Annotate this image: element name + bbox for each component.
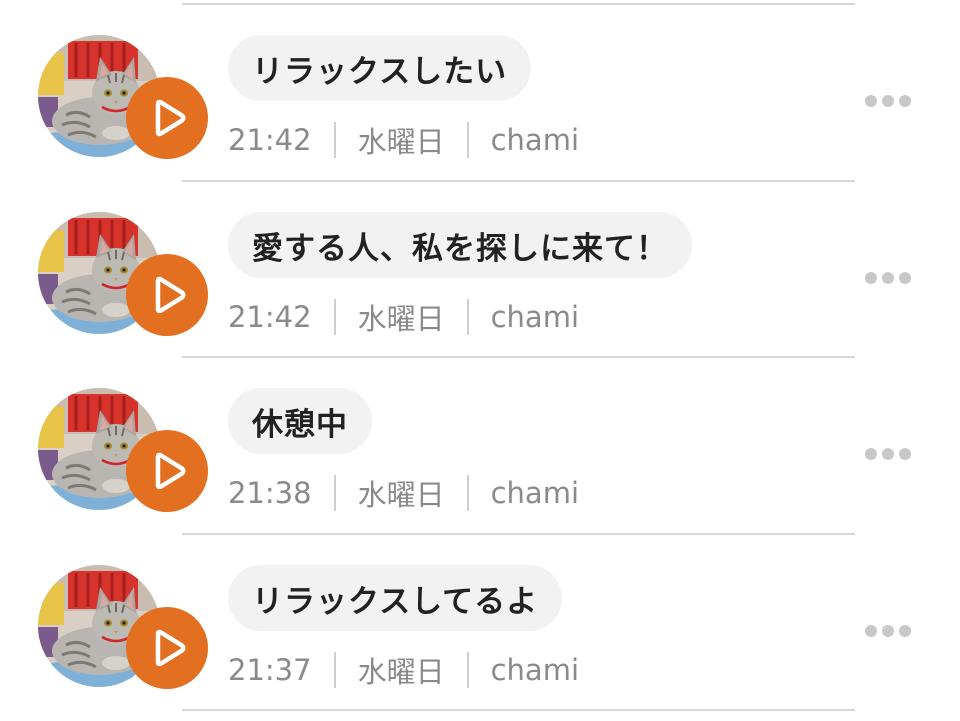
more-options-button[interactable] [858, 89, 918, 113]
message-user[interactable]: chami [491, 300, 579, 334]
message-meta: 21:42 水曜日 chami [228, 295, 579, 339]
message-user[interactable]: chami [491, 476, 579, 510]
more-options-button[interactable] [858, 442, 918, 466]
message-meta: 21:38 水曜日 chami [228, 471, 579, 515]
voice-message-list: リラックスしたい 21:42 水曜日 chami 愛する人、私を探しに来て！ 2… [0, 0, 960, 721]
message-bubble[interactable]: リラックスしたい [228, 35, 532, 101]
separator [333, 299, 336, 335]
message-user[interactable]: chami [491, 653, 579, 687]
more-dot [882, 625, 894, 637]
play-button[interactable] [126, 77, 208, 159]
separator [466, 475, 469, 511]
message-time: 21:42 [228, 300, 312, 334]
message-day: 水曜日 [357, 125, 445, 159]
separator [333, 475, 336, 511]
message-day: 水曜日 [357, 655, 445, 689]
list-item[interactable]: 休憩中 21:38 水曜日 chami [0, 358, 960, 534]
more-dots-icon [865, 272, 877, 284]
more-options-button[interactable] [858, 619, 918, 643]
play-icon [155, 276, 186, 314]
more-dot [882, 272, 894, 284]
play-icon [155, 629, 186, 667]
more-dots-icon [865, 95, 877, 107]
more-dots-icon [865, 625, 877, 637]
play-button[interactable] [126, 430, 208, 512]
message-meta: 21:37 水曜日 chami [228, 648, 579, 692]
message-time: 21:42 [228, 123, 312, 157]
message-day: 水曜日 [357, 478, 445, 512]
more-dot [882, 95, 894, 107]
more-dot [899, 448, 911, 460]
message-user[interactable]: chami [491, 123, 579, 157]
separator [333, 122, 336, 158]
message-bubble[interactable]: 愛する人、私を探しに来て！ [228, 212, 692, 278]
more-dots-icon [865, 448, 877, 460]
more-options-button[interactable] [858, 266, 918, 290]
list-item[interactable]: リラックスしてるよ 21:37 水曜日 chami [0, 535, 960, 711]
list-item[interactable]: リラックスしたい 21:42 水曜日 chami [0, 5, 960, 181]
message-bubble[interactable]: リラックスしてるよ [228, 565, 563, 631]
more-dot [899, 625, 911, 637]
message-day: 水曜日 [357, 302, 445, 336]
play-button[interactable] [126, 607, 208, 689]
separator [466, 122, 469, 158]
message-bubble[interactable]: 休憩中 [228, 388, 372, 454]
divider [182, 709, 855, 711]
play-icon [155, 452, 186, 490]
message-time: 21:38 [228, 476, 312, 510]
more-dot [899, 95, 911, 107]
message-meta: 21:42 水曜日 chami [228, 118, 579, 162]
play-icon [155, 99, 186, 137]
separator [466, 652, 469, 688]
separator [466, 299, 469, 335]
message-time: 21:37 [228, 653, 312, 687]
more-dot [882, 448, 894, 460]
more-dot [899, 272, 911, 284]
play-button[interactable] [126, 254, 208, 336]
separator [333, 652, 336, 688]
list-item[interactable]: 愛する人、私を探しに来て！ 21:42 水曜日 chami [0, 182, 960, 358]
